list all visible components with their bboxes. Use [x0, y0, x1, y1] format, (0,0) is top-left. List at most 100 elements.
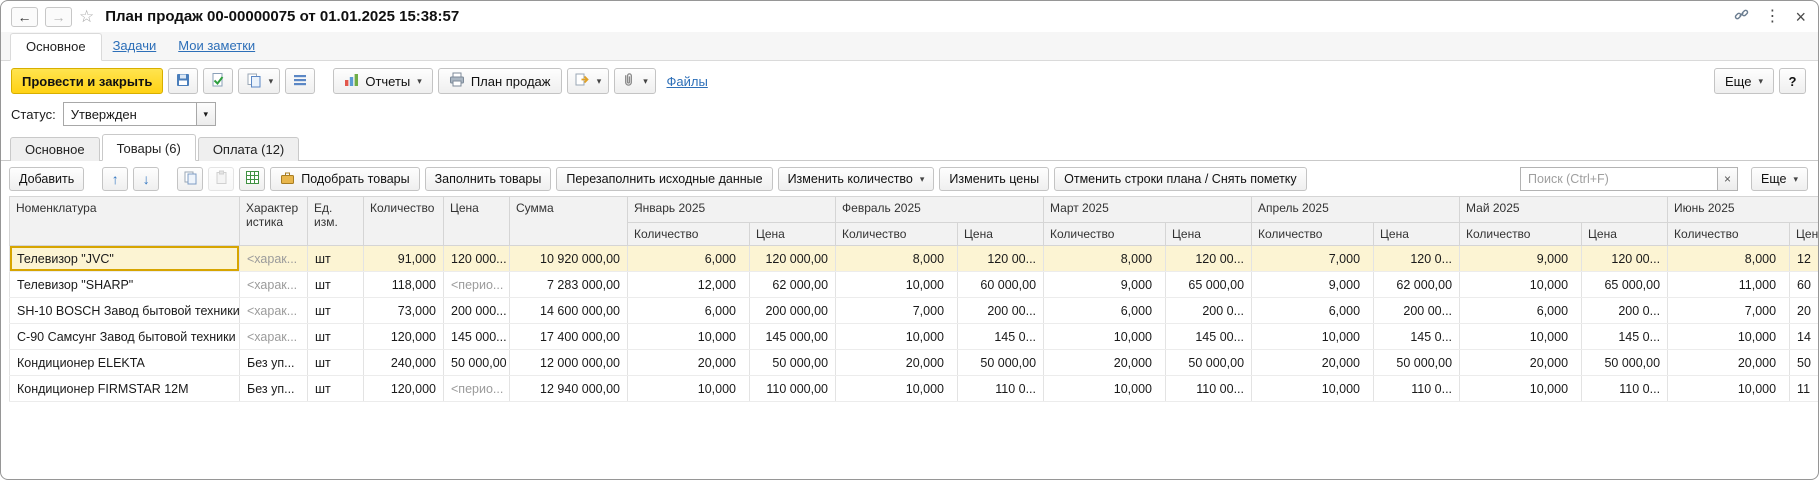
save-button[interactable]	[168, 68, 198, 94]
cell-sum[interactable]: 12 000 000,00	[510, 350, 628, 376]
cell-month-price[interactable]: 60	[1790, 272, 1818, 298]
cell-month-price[interactable]: 50 000,00	[958, 350, 1044, 376]
attachments-button[interactable]: ▾	[614, 68, 656, 94]
status-value[interactable]: Утвержден	[63, 102, 197, 126]
table-row[interactable]: Кондиционер FIRMSTAR 12MБез уп...шт120,0…	[10, 376, 1819, 402]
cell-month-price[interactable]: 20	[1790, 298, 1818, 324]
cell-unit[interactable]: шт	[308, 272, 364, 298]
cell-month-quantity[interactable]: 8,000	[1668, 246, 1790, 272]
cell-month-price[interactable]: 60 000,00	[958, 272, 1044, 298]
cell-unit[interactable]: шт	[308, 376, 364, 402]
cell-month-quantity[interactable]: 10,000	[836, 324, 958, 350]
cell-month-price[interactable]: 200 000,00	[750, 298, 836, 324]
cell-price[interactable]: 50 000,00	[444, 350, 510, 376]
cell-nomenclature[interactable]: SH-10 BOSCH Завод бытовой техники	[10, 298, 240, 324]
change-quantity-button[interactable]: Изменить количество ▾	[778, 167, 935, 191]
cell-characteristic[interactable]: Без уп...	[240, 350, 308, 376]
cell-month-price[interactable]: 110 0...	[1582, 376, 1668, 402]
cell-month-quantity[interactable]: 6,000	[628, 298, 750, 324]
cancel-plan-lines-button[interactable]: Отменить строки плана / Снять пометку	[1054, 167, 1307, 191]
cell-month-quantity[interactable]: 8,000	[1044, 246, 1166, 272]
tab-payment[interactable]: Оплата (12)	[198, 137, 299, 161]
cell-unit[interactable]: шт	[308, 324, 364, 350]
table-row[interactable]: Телевизор "SHARP"<харак...шт118,000<пери…	[10, 272, 1819, 298]
table-row[interactable]: SH-10 BOSCH Завод бытовой техники<харак.…	[10, 298, 1819, 324]
post-document-button[interactable]	[203, 68, 233, 94]
cell-month-price[interactable]: 110 0...	[958, 376, 1044, 402]
cell-month-quantity[interactable]: 10,000	[1252, 376, 1374, 402]
cell-month-quantity[interactable]: 7,000	[1668, 298, 1790, 324]
cell-quantity[interactable]: 91,000	[364, 246, 444, 272]
nav-tab-main[interactable]: Основное	[10, 33, 102, 61]
cell-month-quantity[interactable]: 20,000	[836, 350, 958, 376]
help-button[interactable]: ?	[1779, 68, 1806, 94]
table-settings-button[interactable]	[239, 167, 265, 191]
status-combobox[interactable]: Утвержден ▾	[63, 102, 216, 126]
cell-month-quantity[interactable]: 9,000	[1044, 272, 1166, 298]
cell-month-price[interactable]: 200 00...	[958, 298, 1044, 324]
cell-month-quantity[interactable]: 20,000	[1044, 350, 1166, 376]
cell-month-quantity[interactable]: 6,000	[1460, 298, 1582, 324]
cell-month-price[interactable]: 200 00...	[1374, 298, 1460, 324]
cell-month-price[interactable]: 62 000,00	[750, 272, 836, 298]
reports-button[interactable]: Отчеты ▾	[333, 68, 432, 94]
cell-month-price[interactable]: 50	[1790, 350, 1818, 376]
cell-month-price[interactable]: 62 000,00	[1374, 272, 1460, 298]
chevron-down-icon[interactable]: ▾	[197, 102, 216, 126]
cell-sum[interactable]: 10 920 000,00	[510, 246, 628, 272]
cell-characteristic[interactable]: <харак...	[240, 272, 308, 298]
pick-goods-button[interactable]: Подобрать товары	[270, 167, 419, 191]
cell-month-price[interactable]: 200 0...	[1582, 298, 1668, 324]
cell-quantity[interactable]: 118,000	[364, 272, 444, 298]
cell-month-quantity[interactable]: 6,000	[1044, 298, 1166, 324]
nav-link-notes[interactable]: Мои заметки	[167, 38, 266, 60]
get-link-icon[interactable]	[1734, 7, 1749, 26]
cell-month-quantity[interactable]: 7,000	[836, 298, 958, 324]
change-prices-button[interactable]: Изменить цены	[939, 167, 1049, 191]
cell-month-price[interactable]: 145 0...	[958, 324, 1044, 350]
cell-month-quantity[interactable]: 7,000	[1252, 246, 1374, 272]
cell-month-price[interactable]: 145 00...	[1166, 324, 1252, 350]
cell-sum[interactable]: 17 400 000,00	[510, 324, 628, 350]
cell-month-quantity[interactable]: 10,000	[1668, 376, 1790, 402]
close-icon[interactable]: ×	[1795, 8, 1806, 26]
favorite-star-icon[interactable]: ☆	[79, 7, 94, 27]
cell-quantity[interactable]: 120,000	[364, 376, 444, 402]
add-row-button[interactable]: Добавить	[9, 167, 84, 191]
cell-month-price[interactable]: 50 000,00	[1166, 350, 1252, 376]
cell-price[interactable]: 145 000...	[444, 324, 510, 350]
cell-month-price[interactable]: 110 0...	[1374, 376, 1460, 402]
cell-quantity[interactable]: 120,000	[364, 324, 444, 350]
cell-month-quantity[interactable]: 10,000	[1460, 272, 1582, 298]
cell-month-quantity[interactable]: 10,000	[836, 272, 958, 298]
cell-month-price[interactable]: 120 00...	[1166, 246, 1252, 272]
cell-month-price[interactable]: 50 000,00	[1374, 350, 1460, 376]
cell-month-quantity[interactable]: 20,000	[1252, 350, 1374, 376]
cell-month-quantity[interactable]: 10,000	[1668, 324, 1790, 350]
cell-month-price[interactable]: 145 0...	[1374, 324, 1460, 350]
cell-month-price[interactable]: 11	[1790, 376, 1818, 402]
nav-link-tasks[interactable]: Задачи	[102, 38, 168, 60]
cell-month-quantity[interactable]: 9,000	[1460, 246, 1582, 272]
cell-month-price[interactable]: 65 000,00	[1166, 272, 1252, 298]
cell-month-quantity[interactable]: 6,000	[628, 246, 750, 272]
cell-price[interactable]: 200 000...	[444, 298, 510, 324]
cell-month-quantity[interactable]: 11,000	[1668, 272, 1790, 298]
tab-main[interactable]: Основное	[10, 137, 100, 161]
cell-sum[interactable]: 14 600 000,00	[510, 298, 628, 324]
cell-price[interactable]: <перио...	[444, 376, 510, 402]
cell-characteristic[interactable]: <харак...	[240, 298, 308, 324]
table-row[interactable]: С-90 Самсунг Завод бытовой техники<харак…	[10, 324, 1819, 350]
cell-sum[interactable]: 12 940 000,00	[510, 376, 628, 402]
cell-nomenclature[interactable]: Кондиционер ELEKTA	[10, 350, 240, 376]
cell-month-price[interactable]: 110 000,00	[750, 376, 836, 402]
cell-month-quantity[interactable]: 8,000	[836, 246, 958, 272]
fill-goods-button[interactable]: Заполнить товары	[425, 167, 552, 191]
cell-month-price[interactable]: 12	[1790, 246, 1818, 272]
cell-month-quantity[interactable]: 6,000	[1252, 298, 1374, 324]
cell-nomenclature[interactable]: Телевизор "JVC"	[10, 246, 240, 272]
document-structure-button[interactable]	[285, 68, 315, 94]
cell-month-price[interactable]: 145 0...	[1582, 324, 1668, 350]
cell-month-price[interactable]: 120 00...	[958, 246, 1044, 272]
cell-sum[interactable]: 7 283 000,00	[510, 272, 628, 298]
